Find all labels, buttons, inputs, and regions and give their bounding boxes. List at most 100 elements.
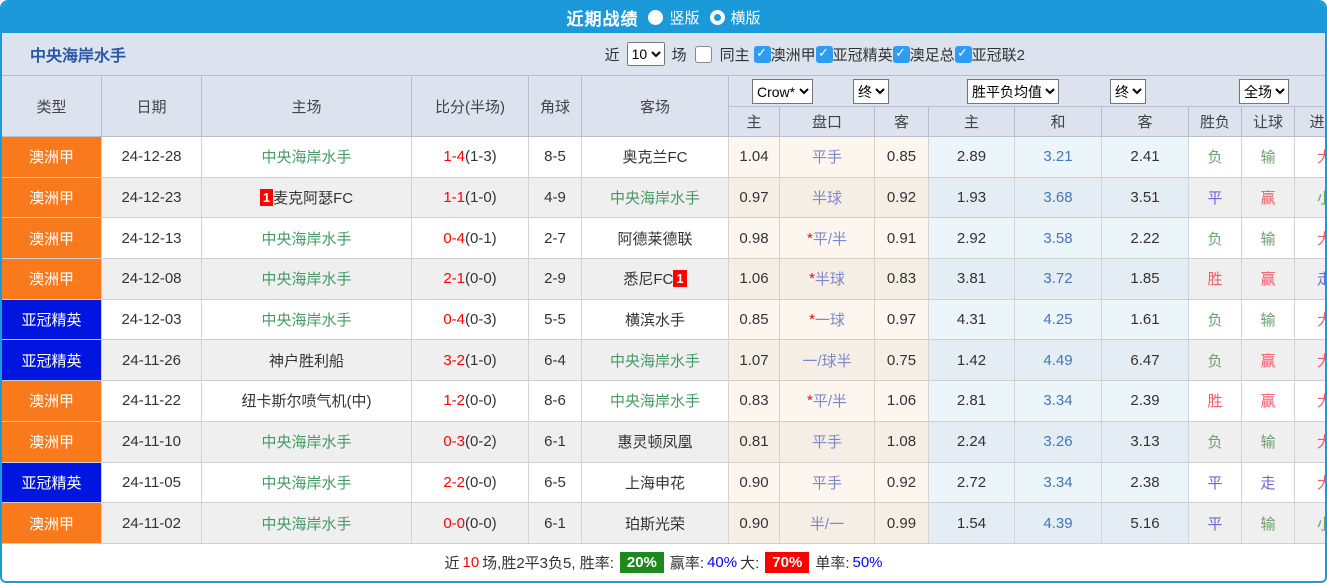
company-select[interactable]: Crow* bbox=[752, 79, 813, 104]
away-team[interactable]: 悉尼FC 1 bbox=[582, 259, 729, 299]
table-body: 澳洲甲 24-12-28 中央海岸水手 1-4 (1-3) 8-5 奥克兰FC 1… bbox=[2, 137, 1325, 544]
company-state-select[interactable]: 终 bbox=[853, 79, 889, 104]
vertical-radio[interactable] bbox=[648, 10, 664, 25]
match-date: 24-12-13 bbox=[102, 218, 202, 259]
away-team[interactable]: 奥克兰FC bbox=[582, 137, 729, 177]
eu-away-odds: 1.61 bbox=[1102, 299, 1189, 340]
handicap-result-cell: 赢 bbox=[1242, 259, 1295, 299]
ah-line: 半球 bbox=[780, 177, 875, 218]
ah-home-odds: 0.90 bbox=[729, 462, 780, 503]
stats-footer: 近 10 场,胜2平3负5, 胜率: 20% 赢率: 40% 大: 70% 单率: 50… bbox=[2, 543, 1325, 581]
league-checkbox-label-3[interactable]: 亚冠联2 bbox=[972, 47, 1025, 64]
league-checkbox-label-0[interactable]: 澳洲甲 bbox=[771, 47, 816, 64]
table-row: 澳洲甲 24-12-23 1 麦克阿瑟FC 1-1 (1-0) 4-9 中央海岸水手… bbox=[2, 177, 1325, 219]
horizontal-radio[interactable] bbox=[709, 10, 725, 25]
filter-bar: 中央海岸水手 近 10 场 同主 澳洲甲亚冠精英澳足总亚冠联2 bbox=[2, 33, 1325, 76]
footer-count: 10 bbox=[462, 553, 480, 571]
away-team[interactable]: 横滨水手 bbox=[582, 299, 729, 340]
europe-select[interactable]: 胜平负均值 bbox=[967, 79, 1059, 104]
goals-result-cell: 大 bbox=[1295, 137, 1325, 177]
home-team[interactable]: 纽卡斯尔喷气机(中) bbox=[202, 381, 412, 421]
eu-away-odds: 2.39 bbox=[1102, 381, 1189, 421]
header-ah-line: 盘口 bbox=[780, 107, 875, 136]
away-team[interactable]: 中央海岸水手 bbox=[582, 381, 729, 421]
eu-away-odds: 2.22 bbox=[1102, 218, 1189, 259]
match-date: 24-12-03 bbox=[102, 299, 202, 340]
title-bar: 近期战绩 竖版 横版 bbox=[2, 2, 1325, 33]
score: 1-4 (1-3) bbox=[412, 137, 529, 177]
goals-result-cell: 小 bbox=[1295, 503, 1325, 543]
eu-home-odds: 2.24 bbox=[929, 421, 1015, 462]
table-row: 澳洲甲 24-11-22 纽卡斯尔喷气机(中) 1-2 (0-0) 8-6 中央海… bbox=[2, 381, 1325, 422]
league-checkbox-label-1[interactable]: 亚冠精英 bbox=[833, 47, 893, 64]
header-right: Crow* 终 胜平负均值 终 全场 主 盘口 客 主 和 客 胜负 让球 进球 bbox=[729, 76, 1325, 136]
home-team[interactable]: 中央海岸水手 bbox=[202, 218, 412, 259]
eu-away-odds: 5.16 bbox=[1102, 503, 1189, 543]
horizontal-radio-label[interactable]: 横版 bbox=[731, 7, 761, 28]
score: 0-4 (0-1) bbox=[412, 218, 529, 259]
league-checkbox-3[interactable] bbox=[954, 45, 972, 63]
match-date: 24-11-22 bbox=[102, 381, 202, 421]
league-badge: 亚冠精英 bbox=[2, 340, 102, 381]
league-badge: 澳洲甲 bbox=[2, 137, 102, 177]
near-count-select[interactable]: 10 bbox=[626, 42, 665, 66]
home-team[interactable]: 中央海岸水手 bbox=[202, 137, 412, 177]
ah-away-odds: 0.75 bbox=[875, 340, 929, 381]
away-team[interactable]: 中央海岸水手 bbox=[582, 340, 729, 381]
result-cell: 负 bbox=[1189, 340, 1242, 381]
score: 2-2 (0-0) bbox=[412, 462, 529, 503]
eu-home-odds: 2.89 bbox=[929, 137, 1015, 177]
away-team[interactable]: 珀斯光荣 bbox=[582, 503, 729, 543]
same-home-checkbox[interactable] bbox=[694, 45, 712, 63]
eu-home-odds: 4.31 bbox=[929, 299, 1015, 340]
eu-home-odds: 1.42 bbox=[929, 340, 1015, 381]
away-team[interactable]: 中央海岸水手 bbox=[582, 177, 729, 218]
result-cell: 胜 bbox=[1189, 381, 1242, 421]
eu-draw-odds: 3.34 bbox=[1015, 381, 1102, 421]
filters: 近 10 场 同主 澳洲甲亚冠精英澳足总亚冠联2 bbox=[605, 42, 1025, 66]
eu-away-odds: 2.38 bbox=[1102, 462, 1189, 503]
home-team[interactable]: 1 麦克阿瑟FC bbox=[202, 177, 412, 218]
table-row: 澳洲甲 24-11-02 中央海岸水手 0-0 (0-0) 6-1 珀斯光荣 0.… bbox=[2, 503, 1325, 544]
ah-away-odds: 0.83 bbox=[875, 259, 929, 299]
corners: 6-1 bbox=[529, 421, 582, 462]
scope-select[interactable]: 全场 bbox=[1239, 79, 1289, 104]
header-score: 比分(半场) bbox=[412, 76, 529, 136]
home-team[interactable]: 中央海岸水手 bbox=[202, 299, 412, 340]
home-team[interactable]: 中央海岸水手 bbox=[202, 503, 412, 543]
league-checkbox-label-2[interactable]: 澳足总 bbox=[910, 47, 955, 64]
home-team[interactable]: 中央海岸水手 bbox=[202, 462, 412, 503]
horizontal-radio-group: 横版 bbox=[709, 7, 761, 28]
ah-line: * 平/半 bbox=[780, 218, 875, 259]
table-row: 亚冠精英 24-12-03 中央海岸水手 0-4 (0-3) 5-5 横滨水手 0… bbox=[2, 299, 1325, 341]
league-checkbox-2[interactable] bbox=[892, 45, 910, 63]
odds-subheader-row: 主 盘口 客 主 和 客 胜负 让球 进球 bbox=[729, 107, 1325, 136]
eu-home-odds: 2.92 bbox=[929, 218, 1015, 259]
result-cell: 负 bbox=[1189, 299, 1242, 340]
ah-home-odds: 0.90 bbox=[729, 503, 780, 543]
ah-home-odds: 0.83 bbox=[729, 381, 780, 421]
vertical-radio-label[interactable]: 竖版 bbox=[669, 7, 699, 28]
header-eu-away: 客 bbox=[1102, 107, 1189, 136]
ah-line: 半/一 bbox=[780, 503, 875, 543]
score: 3-2 (1-0) bbox=[412, 340, 529, 381]
away-team[interactable]: 阿德莱德联 bbox=[582, 218, 729, 259]
ah-away-odds: 1.06 bbox=[875, 381, 929, 421]
away-team[interactable]: 惠灵顿凤凰 bbox=[582, 421, 729, 462]
home-team[interactable]: 中央海岸水手 bbox=[202, 259, 412, 299]
europe-state-select[interactable]: 终 bbox=[1110, 79, 1146, 104]
home-team[interactable]: 神户胜利船 bbox=[202, 340, 412, 381]
league-checkbox-0[interactable] bbox=[753, 45, 771, 63]
red-card-badge: 1 bbox=[673, 270, 687, 288]
home-team[interactable]: 中央海岸水手 bbox=[202, 421, 412, 462]
league-badge: 澳洲甲 bbox=[2, 503, 102, 543]
eu-home-odds: 3.81 bbox=[929, 259, 1015, 299]
away-team[interactable]: 上海申花 bbox=[582, 462, 729, 503]
match-date: 24-11-05 bbox=[102, 462, 202, 503]
league-checkbox-1[interactable] bbox=[815, 45, 833, 63]
eu-away-odds: 1.85 bbox=[1102, 259, 1189, 299]
league-badge: 澳洲甲 bbox=[2, 259, 102, 299]
corners: 2-9 bbox=[529, 259, 582, 299]
ah-home-odds: 1.06 bbox=[729, 259, 780, 299]
ah-away-odds: 0.99 bbox=[875, 503, 929, 543]
